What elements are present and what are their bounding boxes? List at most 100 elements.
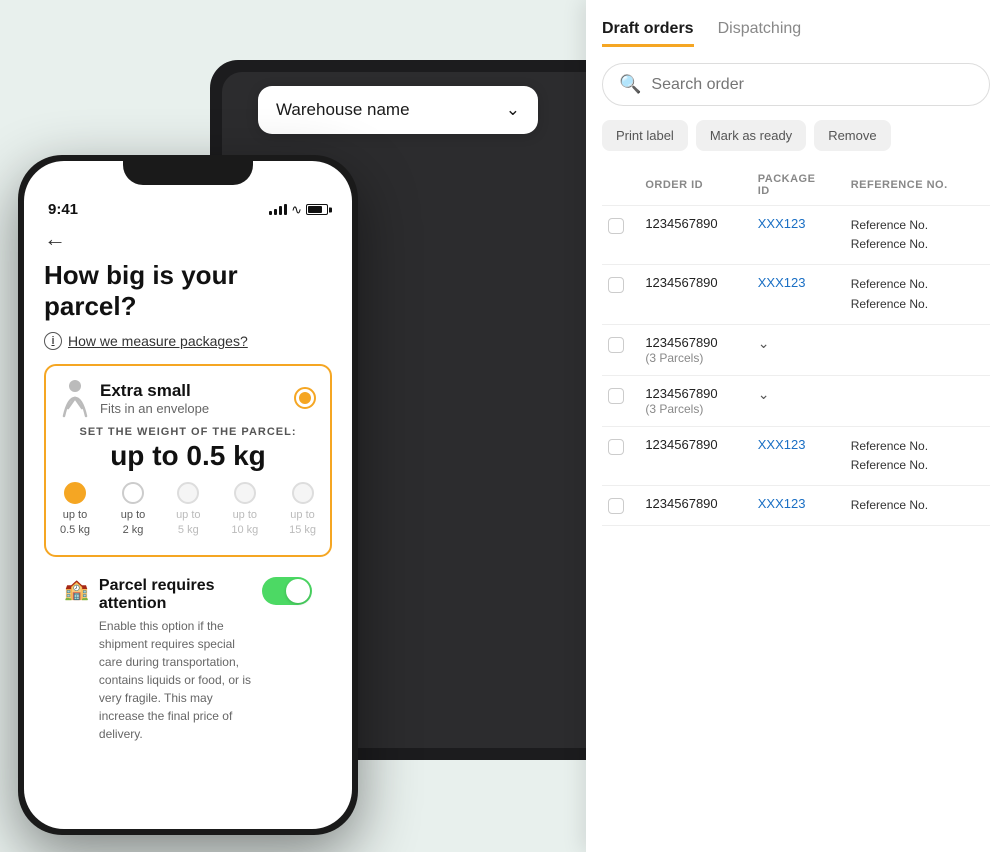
weight-value: up to 0.5 kg bbox=[60, 440, 316, 472]
expand-icon[interactable]: ⌄ bbox=[758, 335, 770, 351]
phone-page-title: How big is your parcel? bbox=[44, 260, 332, 322]
info-link-text: How we measure packages? bbox=[68, 333, 248, 349]
toggle-container[interactable] bbox=[262, 577, 312, 605]
weight-opt-label-4: up to15 kg bbox=[289, 508, 316, 537]
weight-opt-label-0: up to0.5 kg bbox=[60, 508, 90, 537]
weight-option-4: up to15 kg bbox=[289, 482, 316, 537]
weight-radio-0[interactable] bbox=[64, 482, 86, 504]
weight-opt-label-1: up to2 kg bbox=[121, 508, 145, 537]
col-header-order-id: ORDER ID bbox=[639, 165, 751, 206]
warehouse-dropdown-label: Warehouse name bbox=[276, 100, 410, 120]
col-header-package-id: PACKAGEID bbox=[752, 165, 845, 206]
weight-option-0[interactable]: up to0.5 kg bbox=[60, 482, 90, 537]
reference-no-cell: Reference No. bbox=[845, 486, 990, 526]
weight-radio-2 bbox=[177, 482, 199, 504]
right-panel: Draft orders Dispatching 🔍 Print label M… bbox=[586, 0, 1006, 852]
package-name-desc: Extra small Fits in an envelope bbox=[100, 381, 209, 416]
attention-toggle[interactable] bbox=[262, 577, 312, 605]
search-bar: 🔍 bbox=[602, 63, 990, 106]
table-row: 1234567890 XXX123 Reference No. bbox=[602, 486, 990, 526]
order-id-cell: 1234567890 bbox=[639, 426, 751, 485]
row-checkbox[interactable] bbox=[608, 277, 624, 293]
radio-selected[interactable] bbox=[294, 387, 316, 409]
chevron-down-icon: ⌄ bbox=[506, 100, 520, 120]
col-header-reference-no: REFERENCE NO. bbox=[845, 165, 990, 206]
reference-no-cell: Reference No.Reference No. bbox=[845, 265, 990, 324]
package-desc: Fits in an envelope bbox=[100, 401, 209, 416]
print-label-button[interactable]: Print label bbox=[602, 120, 688, 151]
action-buttons: Print label Mark as ready Remove bbox=[602, 120, 990, 151]
weight-option-2: up to5 kg bbox=[176, 482, 200, 537]
package-header-left: Extra small Fits in an envelope bbox=[60, 378, 209, 418]
table-row: 1234567890 XXX123 Reference No.Reference… bbox=[602, 265, 990, 324]
signal-bars-icon bbox=[269, 204, 287, 215]
battery-icon bbox=[306, 204, 328, 215]
row-checkbox[interactable] bbox=[608, 388, 624, 404]
tab-draft-orders[interactable]: Draft orders bbox=[602, 20, 694, 47]
remove-button[interactable]: Remove bbox=[814, 120, 890, 151]
attention-desc: Enable this option if the shipment requi… bbox=[99, 617, 252, 743]
weight-radio-4 bbox=[292, 482, 314, 504]
weight-options: up to0.5 kg up to2 kg up to5 kg up to10 … bbox=[60, 482, 316, 537]
row-checkbox[interactable] bbox=[608, 218, 624, 234]
reference-no-cell bbox=[845, 324, 990, 375]
weight-option-1[interactable]: up to2 kg bbox=[121, 482, 145, 537]
table-row: 1234567890 XXX123 Reference No.Reference… bbox=[602, 426, 990, 485]
package-header: Extra small Fits in an envelope bbox=[60, 378, 316, 418]
order-id-cell: 1234567890 bbox=[639, 486, 751, 526]
weight-radio-1[interactable] bbox=[122, 482, 144, 504]
row-checkbox[interactable] bbox=[608, 337, 624, 353]
order-id-cell: 1234567890 bbox=[639, 206, 751, 265]
reference-no-cell: Reference No.Reference No. bbox=[845, 426, 990, 485]
status-icons: ∿ bbox=[269, 202, 328, 218]
info-link[interactable]: i How we measure packages? bbox=[44, 332, 332, 350]
package-name: Extra small bbox=[100, 381, 209, 401]
search-icon: 🔍 bbox=[619, 74, 641, 95]
attention-section: 🏫 Parcel requires attention Enable this … bbox=[44, 565, 332, 755]
table-row: 1234567890 XXX123 Reference No.Reference… bbox=[602, 206, 990, 265]
attention-icon: 🏫 bbox=[64, 577, 89, 602]
package-id-cell[interactable]: XXX123 bbox=[752, 426, 845, 485]
phone: 9:41 ∿ ← How big is your parcel? i bbox=[18, 155, 358, 835]
order-id-cell: 1234567890(3 Parcels) bbox=[639, 375, 751, 426]
package-id-cell: ⌄ bbox=[752, 324, 845, 375]
attention-content: Parcel requires attention Enable this op… bbox=[99, 577, 252, 743]
phone-screen: 9:41 ∿ ← How big is your parcel? i bbox=[24, 161, 352, 829]
order-table: ORDER ID PACKAGEID REFERENCE NO. 1234567… bbox=[602, 165, 990, 526]
status-time: 9:41 bbox=[48, 201, 78, 218]
reference-no-cell: Reference No.Reference No. bbox=[845, 206, 990, 265]
attention-title: Parcel requires attention bbox=[99, 577, 252, 613]
warehouse-dropdown[interactable]: Warehouse name ⌄ bbox=[258, 86, 538, 134]
weight-option-3: up to10 kg bbox=[231, 482, 258, 537]
wifi-icon: ∿ bbox=[291, 202, 302, 218]
weight-radio-3 bbox=[234, 482, 256, 504]
back-button[interactable]: ← bbox=[44, 226, 66, 252]
package-id-cell[interactable]: XXX123 bbox=[752, 486, 845, 526]
package-id-cell: ⌄ bbox=[752, 375, 845, 426]
phone-notch bbox=[123, 155, 253, 185]
expand-icon[interactable]: ⌄ bbox=[758, 386, 770, 402]
radio-inner bbox=[299, 392, 311, 404]
order-id-cell: 1234567890(3 Parcels) bbox=[639, 324, 751, 375]
package-card: Extra small Fits in an envelope SET THE … bbox=[44, 364, 332, 557]
table-row: 1234567890(3 Parcels) ⌄ bbox=[602, 375, 990, 426]
search-input[interactable] bbox=[651, 76, 973, 94]
package-id-cell[interactable]: XXX123 bbox=[752, 206, 845, 265]
weight-opt-label-2: up to5 kg bbox=[176, 508, 200, 537]
row-checkbox[interactable] bbox=[608, 498, 624, 514]
reference-no-cell bbox=[845, 375, 990, 426]
info-icon: i bbox=[44, 332, 62, 350]
row-checkbox[interactable] bbox=[608, 439, 624, 455]
person-icon bbox=[60, 378, 90, 418]
order-id-cell: 1234567890 bbox=[639, 265, 751, 324]
col-header-checkbox bbox=[602, 165, 639, 206]
weight-label: SET THE WEIGHT OF THE PARCEL: bbox=[60, 426, 316, 438]
table-row: 1234567890(3 Parcels) ⌄ bbox=[602, 324, 990, 375]
phone-content: ← How big is your parcel? i How we measu… bbox=[24, 226, 352, 755]
tab-dispatching[interactable]: Dispatching bbox=[718, 20, 802, 47]
mark-ready-button[interactable]: Mark as ready bbox=[696, 120, 806, 151]
toggle-knob bbox=[286, 579, 310, 603]
package-id-cell[interactable]: XXX123 bbox=[752, 265, 845, 324]
tabs-container: Draft orders Dispatching bbox=[602, 20, 990, 47]
weight-opt-label-3: up to10 kg bbox=[231, 508, 258, 537]
